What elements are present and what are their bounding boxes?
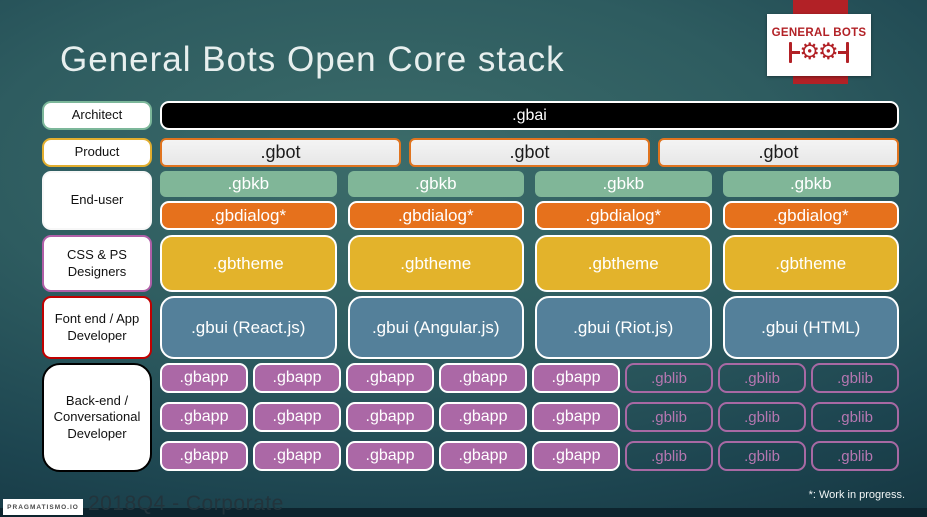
row-product: Product .gbot .gbot .gbot — [42, 138, 899, 167]
label-frontend: Font end / App Developer — [42, 296, 152, 359]
gears-icon: ⚙ ⚙ — [789, 38, 849, 65]
label-backend: Back-end / Conversational Developer — [42, 363, 152, 472]
work-in-progress-note: *: Work in progress. — [808, 489, 905, 501]
pragmatismo-badge: PRAGMATISMO.IO — [3, 499, 83, 515]
gbkb-box: .gbkb — [722, 171, 899, 197]
logo-text: GENERAL BOTS — [771, 26, 867, 39]
gbot-box: .gbot — [160, 138, 401, 167]
gbui-riot-box: .gbui (Riot.js) — [535, 296, 712, 359]
label-end-user: End-user — [42, 171, 152, 230]
gbot-box: .gbot — [658, 138, 899, 167]
gbui-html-box: .gbui (HTML) — [722, 296, 899, 359]
gbdialog-box: .gbdialog* — [160, 201, 337, 230]
gblib-box: .gblib — [718, 363, 806, 393]
gbapp-box: .gbapp — [346, 441, 434, 471]
gblib-box: .gblib — [718, 402, 806, 432]
gblib-box: .gblib — [625, 363, 713, 393]
gbapp-box: .gbapp — [439, 363, 527, 393]
row-frontend: Font end / App Developer .gbui (React.js… — [42, 296, 899, 359]
gbapp-box: .gbapp — [532, 441, 620, 471]
gbapp-box: .gbapp — [253, 363, 341, 393]
gbdialog-band: .gbdialog* .gbdialog* .gbdialog* .gbdial… — [160, 201, 899, 230]
gblib-box: .gblib — [625, 441, 713, 471]
gbot-box: .gbot — [409, 138, 650, 167]
gbapp-box: .gbapp — [532, 402, 620, 432]
gbkb-box: .gbkb — [160, 171, 337, 197]
gear-icon: ⚙ — [818, 38, 839, 65]
backend-band-2: .gbapp .gbapp .gbapp .gbapp .gbapp .gbli… — [160, 402, 899, 432]
gbapp-box: .gbapp — [346, 363, 434, 393]
gbui-angular-box: .gbui (Angular.js) — [347, 296, 524, 359]
label-product: Product — [42, 138, 152, 167]
page-title: General Bots Open Core stack — [60, 40, 565, 79]
general-bots-logo: GENERAL BOTS ⚙ ⚙ — [767, 14, 871, 76]
gbapp-box: .gbapp — [532, 363, 620, 393]
label-designers: CSS & PS Designers — [42, 235, 152, 292]
label-architect: Architect — [42, 101, 152, 130]
gbtheme-box: .gbtheme — [347, 235, 524, 292]
gbapp-box: .gbapp — [439, 402, 527, 432]
gear-icon: ⚙ — [799, 38, 820, 65]
gbapp-box: .gbapp — [346, 402, 434, 432]
gbapp-box: .gbapp — [439, 441, 527, 471]
gbdialog-box: .gbdialog* — [722, 201, 899, 230]
gbdialog-box: .gbdialog* — [347, 201, 524, 230]
gblib-box: .gblib — [811, 441, 899, 471]
gbapp-box: .gbapp — [160, 402, 248, 432]
gbkb-band: .gbkb .gbkb .gbkb .gbkb — [160, 171, 899, 197]
gbai-box: .gbai — [160, 101, 899, 130]
gbtheme-box: .gbtheme — [722, 235, 899, 292]
gblib-box: .gblib — [625, 402, 713, 432]
gbapp-box: .gbapp — [253, 441, 341, 471]
gbui-react-box: .gbui (React.js) — [160, 296, 337, 359]
gblib-box: .gblib — [718, 441, 806, 471]
row-end-user: End-user .gbkb .gbkb .gbkb .gbkb .gbdial… — [42, 171, 899, 230]
gear-line-right-cap — [845, 41, 849, 63]
gbtheme-box: .gbtheme — [160, 235, 337, 292]
gbapp-box: .gbapp — [160, 363, 248, 393]
gbapp-box: .gbapp — [253, 402, 341, 432]
gbtheme-box: .gbtheme — [535, 235, 712, 292]
gbkb-box: .gbkb — [535, 171, 712, 197]
backend-band-3: .gbapp .gbapp .gbapp .gbapp .gbapp .gbli… — [160, 441, 899, 471]
gblib-box: .gblib — [811, 363, 899, 393]
gbapp-box: .gbapp — [160, 441, 248, 471]
backend-band-1: .gbapp .gbapp .gbapp .gbapp .gbapp .gbli… — [160, 363, 899, 393]
gblib-box: .gblib — [811, 402, 899, 432]
slide: General Bots Open Core stack GENERAL BOT… — [0, 0, 927, 517]
row-architect: Architect .gbai — [42, 101, 899, 130]
gbdialog-box: .gbdialog* — [535, 201, 712, 230]
gear-line-right — [837, 50, 846, 54]
row-backend: Back-end / Conversational Developer .gba… — [42, 363, 899, 472]
footer-caption: 2018Q4 - Corporate — [88, 492, 284, 515]
row-designers: CSS & PS Designers .gbtheme .gbtheme .gb… — [42, 235, 899, 292]
gbkb-box: .gbkb — [347, 171, 524, 197]
